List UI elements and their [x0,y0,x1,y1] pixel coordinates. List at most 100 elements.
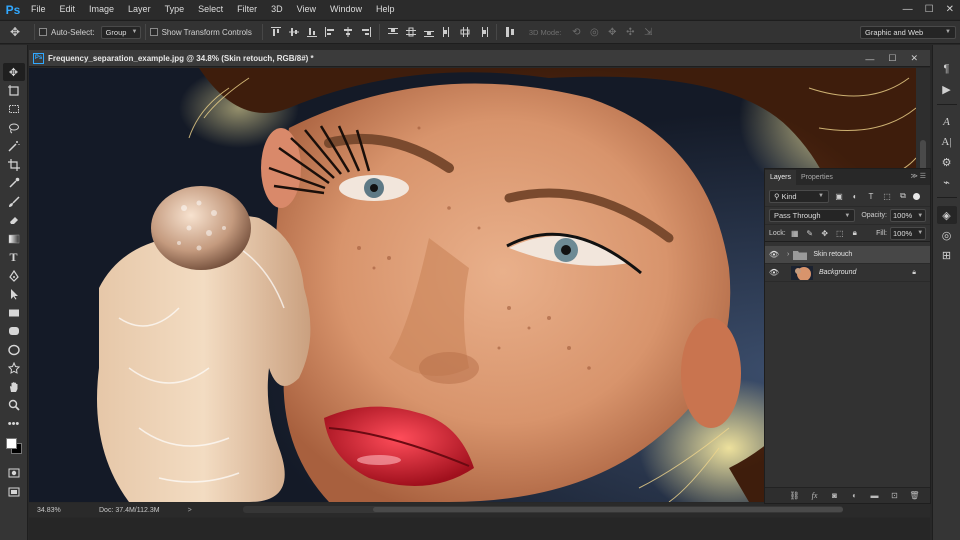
workspace-dropdown[interactable]: Graphic and Web ▼ [860,25,956,39]
show-transform-checkbox[interactable]: Show Transform Controls [149,28,252,37]
auto-select-dropdown[interactable]: Group ▼ [100,25,141,39]
layers-panel-icon[interactable]: ◈ [936,206,957,224]
new-layer-icon[interactable]: ⊡ [889,490,900,501]
artboard-tool-icon[interactable] [3,82,25,100]
menu-filter[interactable]: Filter [230,0,264,19]
maximize-icon[interactable]: ☐ [925,4,934,15]
distribute-vcenter-icon[interactable] [404,25,418,39]
zoom-level[interactable]: 34.83% [29,507,69,514]
adjustment-layer-icon[interactable]: ◐ [849,490,860,501]
pen-tool-icon[interactable] [3,267,25,285]
align-vcenter-icon[interactable] [287,25,301,39]
align-right-icon[interactable] [359,25,373,39]
3d-roll-icon[interactable]: ◎ [587,25,601,39]
move-tool-icon[interactable]: ✥ [2,63,25,81]
align-hcenter-icon[interactable] [341,25,355,39]
lock-position-icon[interactable]: ✥ [819,227,831,239]
filter-type-icon[interactable]: T [865,190,877,202]
paths-icon[interactable]: ⌁ [937,173,957,191]
layer-name[interactable]: Background [819,269,856,276]
ellipse-tool-icon[interactable] [3,341,25,359]
distribute-bottom-icon[interactable] [422,25,436,39]
custom-shape-icon[interactable] [3,359,25,377]
tab-properties[interactable]: Properties [796,170,838,185]
lock-artboard-icon[interactable]: ⬚ [834,227,846,239]
path-selection-icon[interactable] [3,285,25,303]
layer-style-icon[interactable]: fx [809,490,820,501]
channels-panel-icon[interactable]: ◎ [937,226,957,244]
blend-mode-dropdown[interactable]: Pass Through ▼ [769,209,856,222]
tab-layers[interactable]: Layers [765,170,797,185]
menu-file[interactable]: File [24,0,53,19]
eraser-icon[interactable] [3,211,25,229]
menu-type[interactable]: Type [158,0,192,19]
fill-field[interactable]: 100% ▼ [890,226,926,240]
menu-window[interactable]: Window [323,0,369,19]
move-tool-preset-icon[interactable]: ✥ [0,25,30,39]
crop-tool-icon[interactable] [3,156,25,174]
distribute-left-icon[interactable] [440,25,454,39]
foreground-color-swatch[interactable] [5,438,17,449]
filter-adjustment-icon[interactable]: ◐ [849,190,861,202]
filter-pixel-icon[interactable]: ▣ [833,190,845,202]
menu-3d[interactable]: 3D [264,0,290,19]
layer-row-skin-retouch[interactable]: 👁︎ › Skin retouch [765,246,930,264]
layer-row-background[interactable]: 👁︎ Background 🔒︎ [765,264,930,282]
doc-close-icon[interactable]: ✕ [910,53,918,64]
3d-orbit-icon[interactable]: ⟲ [569,25,583,39]
3d-slide-icon[interactable]: ✣ [623,25,637,39]
lock-image-icon[interactable]: ✎ [804,227,816,239]
adjustments-panel-icon[interactable]: ⊞ [937,246,957,264]
menu-image[interactable]: Image [82,0,121,19]
layer-name[interactable]: Skin retouch [813,251,852,258]
distribute-right-icon[interactable] [476,25,490,39]
brush-icon[interactable] [3,193,25,211]
eyedropper-icon[interactable] [3,174,25,192]
marquee-tool-icon[interactable] [3,100,25,118]
character-styles-icon[interactable]: A| [937,133,957,151]
align-bottom-icon[interactable] [305,25,319,39]
paragraph-panel-icon[interactable]: ¶ [937,60,957,78]
auto-align-icon[interactable] [503,25,517,39]
trash-icon[interactable]: 🗑︎ [909,490,920,501]
minimize-icon[interactable]: — [903,4,913,15]
3d-pan-icon[interactable]: ✥ [605,25,619,39]
doc-minimize-icon[interactable]: — [865,54,874,64]
glyphs-icon[interactable]: ⚙ [937,153,957,171]
rectangle-tool-icon[interactable] [3,304,25,322]
close-icon[interactable]: ✕ [946,4,954,15]
link-layers-icon[interactable]: ⛓ [789,490,800,501]
new-group-icon[interactable]: ▬ [869,490,880,501]
filter-shape-icon[interactable]: ⬚ [881,190,893,202]
distribute-top-icon[interactable] [386,25,400,39]
type-tool-icon[interactable]: T [3,248,25,266]
color-swatches[interactable] [3,436,25,460]
filter-smart-object-icon[interactable]: ⧉ [897,190,909,202]
rounded-rectangle-icon[interactable] [3,322,25,340]
lock-all-icon[interactable]: 🔒︎ [849,227,861,239]
3d-scale-icon[interactable]: ⇲ [641,25,655,39]
screen-mode-icon[interactable] [3,483,25,501]
kind-filter-dropdown[interactable]: ⚲ Kind ▼ [769,189,829,203]
character-panel-icon[interactable]: A [937,113,957,131]
checkbox-icon[interactable] [149,28,158,36]
doc-maximize-icon[interactable]: ☐ [888,53,896,64]
quick-mask-icon[interactable] [3,464,25,482]
opacity-field[interactable]: 100% ▼ [890,209,926,222]
magic-wand-icon[interactable] [3,137,25,155]
gradient-icon[interactable] [3,230,25,248]
horizontal-scrollbar[interactable] [243,506,843,513]
auto-select-checkbox[interactable]: Auto-Select: [39,28,95,37]
status-menu-arrow[interactable]: > [188,507,192,514]
distribute-hcenter-icon[interactable] [458,25,472,39]
eye-icon[interactable]: 👁︎ [765,268,783,277]
menu-help[interactable]: Help [369,0,402,19]
add-mask-icon[interactable]: ◙ [829,490,840,501]
lasso-tool-icon[interactable] [3,119,25,137]
hand-tool-icon[interactable] [3,378,25,396]
document-tab[interactable]: Ps Frequency_separation_example.jpg @ 34… [29,50,930,67]
menu-edit[interactable]: Edit [53,0,83,19]
checkbox-icon[interactable] [39,28,47,36]
filter-toggle-icon[interactable] [913,192,920,200]
expand-arrow-icon[interactable]: › [787,251,789,258]
